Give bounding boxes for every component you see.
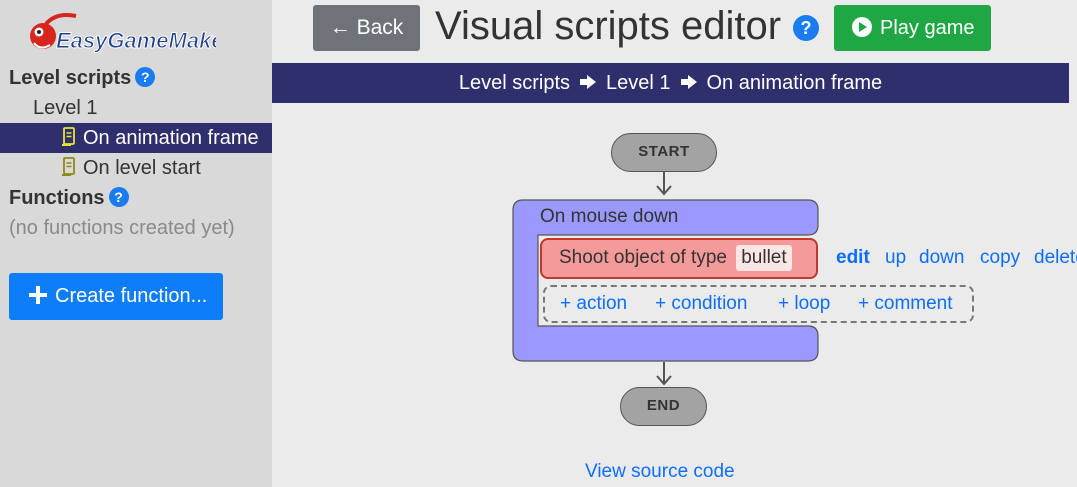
script-scroll-icon: [62, 127, 75, 146]
level-scripts-heading-label: Level scripts: [9, 67, 132, 89]
action-text: Shoot object of type: [559, 247, 727, 268]
add-action-link[interactable]: + action: [560, 292, 627, 316]
sidebar-item-on-animation-frame[interactable]: On animation frame: [0, 123, 272, 153]
play-game-label: Play game: [880, 17, 975, 39]
sidebar-item-level-1[interactable]: Level 1: [0, 93, 272, 123]
level-scripts-heading: Level scripts?: [0, 63, 272, 93]
add-loop-link[interactable]: + loop: [778, 292, 830, 316]
play-icon: [852, 17, 872, 37]
arrow-right-icon: [580, 75, 596, 89]
flow-arrow-icon: [656, 362, 672, 386]
breadcrumb: Level scripts Level 1 On animation frame: [272, 63, 1069, 103]
flow-arrow-icon: [656, 172, 672, 196]
end-node: END: [620, 387, 707, 426]
functions-help-icon[interactable]: ?: [108, 187, 129, 207]
breadcrumb-item-level-scripts[interactable]: Level scripts: [459, 72, 570, 94]
edit-link[interactable]: edit: [836, 246, 870, 270]
arrow-left-icon: ←: [329, 16, 351, 39]
action-param: bullet: [736, 245, 792, 271]
add-condition-link[interactable]: + condition: [655, 292, 747, 316]
delete-link[interactable]: delete: [1034, 246, 1077, 270]
create-function-button[interactable]: Create function...: [9, 273, 223, 320]
breadcrumb-item-on-animation-frame: On animation frame: [706, 72, 883, 94]
easygamemaker-logo[interactable]: EasyGameMaker: [26, 10, 216, 56]
plus-icon: [29, 286, 47, 304]
move-down-link[interactable]: down: [919, 246, 964, 270]
functions-empty-text: (no functions created yet): [9, 217, 235, 239]
start-node: START: [611, 133, 717, 172]
script-scroll-icon: [62, 157, 75, 176]
copy-link[interactable]: copy: [980, 246, 1020, 270]
level-scripts-help-icon[interactable]: ?: [135, 67, 156, 87]
play-game-button[interactable]: Play game: [834, 5, 991, 51]
sidebar-item-level-1-label: Level 1: [33, 97, 98, 119]
page-title: Visual scripts editor: [435, 4, 782, 48]
logo-wordmark: EasyGameMaker: [56, 28, 216, 53]
back-button[interactable]: ← Back: [313, 5, 420, 51]
action-block[interactable]: Shoot object of type bullet: [540, 238, 818, 279]
add-comment-link[interactable]: + comment: [858, 292, 953, 316]
back-button-label: Back: [356, 16, 404, 39]
breadcrumb-item-level-1[interactable]: Level 1: [606, 72, 671, 94]
sidebar-item-on-animation-frame-label: On animation frame: [83, 127, 259, 149]
view-source-link[interactable]: View source code: [585, 460, 735, 484]
sidebar: EasyGameMaker Level scripts? Level 1 On …: [0, 0, 272, 487]
move-up-link[interactable]: up: [885, 246, 906, 270]
event-label[interactable]: On mouse down: [540, 205, 678, 229]
functions-heading-label: Functions: [9, 187, 105, 209]
title-help-icon[interactable]: ?: [793, 15, 819, 41]
functions-heading: Functions?: [0, 183, 272, 213]
sidebar-item-on-level-start-label: On level start: [83, 157, 201, 179]
arrow-right-icon: [680, 75, 697, 89]
sidebar-item-on-level-start[interactable]: On level start: [0, 153, 272, 183]
create-function-label: Create function...: [55, 285, 208, 307]
